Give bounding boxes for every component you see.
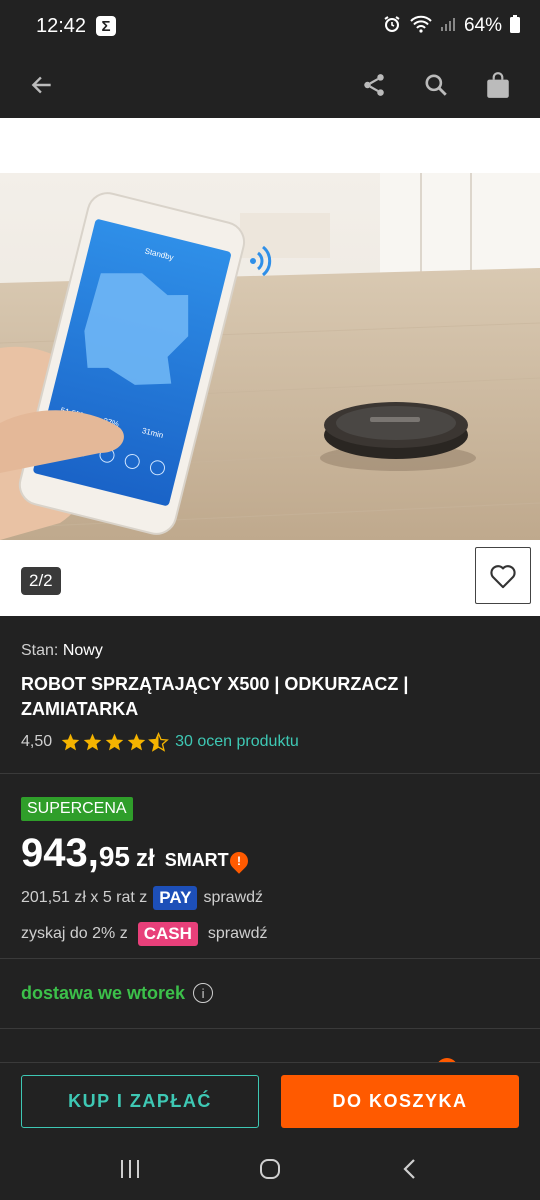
chevron-left-icon (403, 1159, 415, 1179)
star-icon (127, 733, 146, 751)
search-button[interactable] (414, 63, 458, 107)
star-icon (83, 733, 102, 751)
recent-apps-button[interactable] (100, 1144, 160, 1194)
home-icon (260, 1159, 280, 1179)
arrow-left-icon (31, 76, 51, 94)
image-counter: 2/2 (21, 567, 61, 595)
share-icon (364, 74, 384, 96)
product-info: Stan: Nowy ROBOT SPRZĄTAJĄCY X500 | ODKU… (0, 616, 540, 774)
cash-link[interactable]: sprawdź (208, 925, 268, 943)
rating: 4,50 30 ocen produktu (21, 732, 519, 752)
status-icons: 64% (382, 14, 520, 39)
supercena-badge: SUPERCENA (21, 797, 133, 821)
condition: Stan: Nowy (21, 642, 519, 660)
condition-value: Nowy (62, 642, 103, 659)
smart-badge: SMART ! (164, 847, 252, 874)
delivery-row[interactable]: dostawa we wtorek i (0, 959, 540, 1029)
home-button[interactable] (240, 1144, 300, 1194)
action-bar: KUP I ZAPŁAĆ DO KOSZYKA (0, 1062, 540, 1138)
favorite-button[interactable] (475, 547, 531, 604)
price-section: SUPERCENA 943, 95 zł SMART ! 201,51 zł x… (0, 775, 540, 959)
image-footer: 2/2 (0, 540, 540, 616)
price: 943, 95 zł SMART ! (21, 831, 519, 876)
info-icon[interactable]: i (193, 983, 214, 1003)
buy-now-button[interactable]: KUP I ZAPŁAĆ (21, 1075, 259, 1128)
price-currency: zł (136, 845, 155, 872)
price-decimal: 95 (98, 841, 131, 872)
status-time: 12:42 (36, 14, 87, 37)
cart-button[interactable] (476, 63, 520, 107)
product-title: ROBOT SPRZĄTAJĄCY X500 | ODKURZACZ | ZAM… (21, 674, 409, 719)
star-icon (61, 733, 80, 751)
reviews-link[interactable]: 30 ocen produktu (175, 733, 299, 751)
rating-value: 4,50 (21, 733, 53, 750)
battery-percent: 64% (463, 15, 502, 36)
rating-stars (60, 732, 170, 752)
image-top-padding (0, 118, 540, 173)
app-toolbar (0, 52, 540, 118)
star-half-icon (148, 732, 170, 752)
installment-row: 201,51 zł x 5 rat z PAY sprawdź (21, 884, 519, 912)
add-to-cart-button[interactable]: DO KOSZYKA (281, 1075, 519, 1128)
share-button[interactable] (352, 63, 396, 107)
status-bar: 12:42 Σ 64% (0, 0, 540, 52)
search-icon (425, 74, 447, 96)
signal-icon (440, 16, 456, 37)
pay-badge: PAY (153, 886, 198, 910)
price-integer: 943, (21, 831, 99, 875)
heart-icon (490, 564, 516, 588)
installment-text: 201,51 zł x 5 rat z (21, 889, 148, 906)
app-notification-icon: Σ (96, 16, 117, 36)
installment-link[interactable]: sprawdź (203, 889, 263, 907)
star-icon (105, 733, 124, 751)
cash-text: zyskaj do 2% z (21, 925, 128, 942)
alarm-icon (382, 14, 402, 39)
cash-row: zyskaj do 2% z CASH sprawdź (21, 920, 519, 948)
condition-label: Stan: (21, 642, 59, 659)
delivery-text: dostawa we wtorek (21, 983, 186, 1003)
shopping-bag-icon (487, 72, 509, 98)
smart-mark: ! (236, 853, 241, 868)
smart-icon: ! (225, 847, 252, 874)
wifi-icon (410, 15, 432, 38)
back-button[interactable] (20, 63, 64, 107)
cash-badge: CASH (137, 922, 198, 946)
battery-icon (510, 14, 520, 38)
recents-icon (121, 1160, 139, 1178)
system-back-button[interactable] (380, 1144, 440, 1194)
smart-label: SMART (164, 850, 229, 870)
system-nav-bar (0, 1138, 540, 1200)
product-image[interactable]: Standby 51.5ft² 37% 31min (0, 173, 540, 540)
